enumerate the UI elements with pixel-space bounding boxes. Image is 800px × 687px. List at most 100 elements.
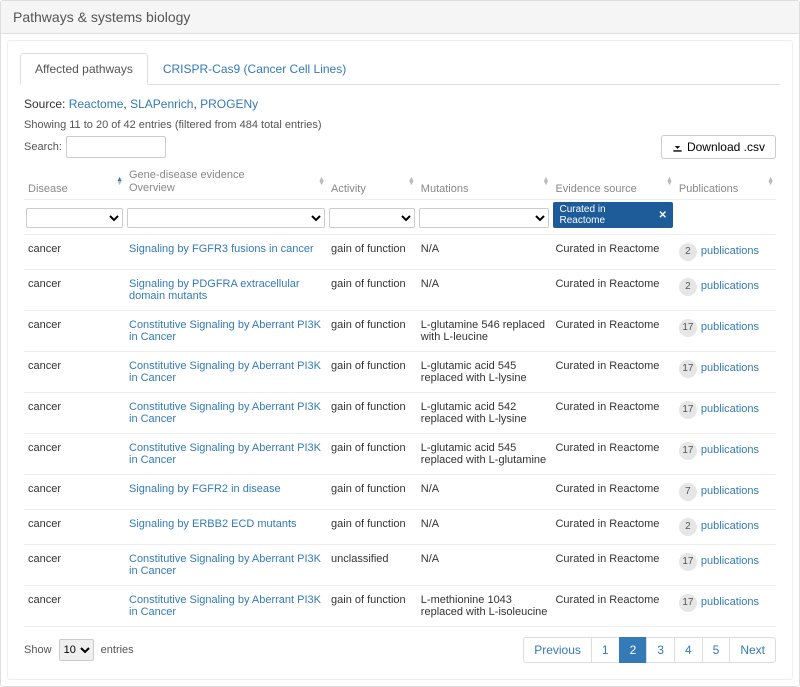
page-5[interactable]: 5 (702, 637, 731, 663)
source-line: Source: Reactome, SLAPenrich, PROGENy (24, 97, 776, 111)
cell-evidence: Curated in Reactome (551, 586, 674, 627)
page-3[interactable]: 3 (646, 637, 675, 663)
cell-evidence: Curated in Reactome (551, 434, 674, 475)
cell-evidence: Curated in Reactome (551, 475, 674, 510)
publication-count-badge: 17 (679, 594, 697, 612)
table-row: cancerSignaling by FGFR3 fusions in canc… (24, 235, 776, 270)
publications-link[interactable]: publications (701, 403, 759, 415)
publication-count-badge: 2 (679, 278, 697, 296)
tab-affected-pathways[interactable]: Affected pathways (20, 53, 148, 85)
cell-publications: 17 publications (675, 545, 776, 586)
panel-body: Affected pathways CRISPR-Cas9 (Cancer Ce… (7, 40, 793, 680)
publication-count-badge: 17 (679, 401, 697, 419)
publication-count-badge: 2 (679, 243, 697, 261)
table-row: cancerConstitutive Signaling by Aberrant… (24, 352, 776, 393)
col-disease[interactable]: Disease ▲▼ (24, 165, 125, 200)
cell-overview: Constitutive Signaling by Aberrant PI3K … (125, 545, 327, 586)
overview-link[interactable]: Signaling by ERBB2 ECD mutants (129, 518, 297, 530)
page-previous[interactable]: Previous (523, 637, 592, 663)
overview-link[interactable]: Constitutive Signaling by Aberrant PI3K … (129, 360, 321, 384)
cell-publications: 17 publications (675, 393, 776, 434)
download-csv-button[interactable]: Download .csv (661, 135, 776, 159)
col-publications[interactable]: Publications ▲▼ (675, 165, 776, 200)
clear-filter-icon[interactable]: ✕ (659, 210, 667, 221)
overview-link[interactable]: Constitutive Signaling by Aberrant PI3K … (129, 553, 321, 577)
cell-disease: cancer (24, 434, 125, 475)
tab-content: Source: Reactome, SLAPenrich, PROGENy Sh… (20, 85, 780, 667)
publications-link[interactable]: publications (701, 280, 759, 292)
publications-link[interactable]: publications (701, 596, 759, 608)
overview-link[interactable]: Constitutive Signaling by Aberrant PI3K … (129, 319, 321, 343)
source-link-progeny[interactable]: PROGENy (200, 97, 258, 111)
filter-overview[interactable] (127, 208, 325, 228)
panel-title: Pathways & systems biology (1, 1, 799, 34)
cell-activity: gain of function (327, 475, 417, 510)
cell-disease: cancer (24, 352, 125, 393)
publications-link[interactable]: publications (701, 555, 759, 567)
publications-link[interactable]: publications (701, 520, 759, 532)
publications-link[interactable]: publications (701, 245, 759, 257)
publications-link[interactable]: publications (701, 321, 759, 333)
table-footer: Show 10 entries Previous 1 2 3 4 5 Next (24, 627, 776, 663)
publication-count-badge: 17 (679, 360, 697, 378)
cell-mutations: N/A (417, 270, 552, 311)
pathways-panel: Pathways & systems biology Affected path… (0, 0, 800, 687)
cell-evidence: Curated in Reactome (551, 545, 674, 586)
source-link-reactome[interactable]: Reactome (69, 97, 124, 111)
cell-activity: unclassified (327, 545, 417, 586)
cell-activity: gain of function (327, 352, 417, 393)
col-evidence-source[interactable]: Evidence source ▲▼ (551, 165, 674, 200)
overview-link[interactable]: Constitutive Signaling by Aberrant PI3K … (129, 401, 321, 425)
publications-link[interactable]: publications (701, 362, 759, 374)
col-overview[interactable]: Gene-disease evidence Overview ▲▼ (125, 165, 327, 200)
publications-link[interactable]: publications (701, 444, 759, 456)
cell-evidence: Curated in Reactome (551, 393, 674, 434)
page-1[interactable]: 1 (591, 637, 620, 663)
cell-evidence: Curated in Reactome (551, 510, 674, 545)
table-row: cancerConstitutive Signaling by Aberrant… (24, 311, 776, 352)
cell-overview: Signaling by PDGFRA extracellular domain… (125, 270, 327, 311)
overview-link[interactable]: Constitutive Signaling by Aberrant PI3K … (129, 594, 321, 618)
cell-mutations: N/A (417, 510, 552, 545)
cell-disease: cancer (24, 586, 125, 627)
table-row: cancerConstitutive Signaling by Aberrant… (24, 393, 776, 434)
col-mutations[interactable]: Mutations ▲▼ (417, 165, 552, 200)
cell-publications: 2 publications (675, 270, 776, 311)
table-row: cancerConstitutive Signaling by Aberrant… (24, 545, 776, 586)
source-link-slapenrich[interactable]: SLAPenrich (130, 97, 193, 111)
overview-link[interactable]: Signaling by FGFR2 in disease (129, 483, 281, 495)
download-label: Download .csv (687, 140, 765, 154)
filter-disease[interactable] (26, 208, 123, 228)
search-input[interactable] (66, 136, 166, 158)
pathways-table: Disease ▲▼ Gene-disease evidence Overvie… (24, 165, 776, 627)
cell-overview: Constitutive Signaling by Aberrant PI3K … (125, 393, 327, 434)
cell-publications: 7 publications (675, 475, 776, 510)
overview-link[interactable]: Signaling by FGFR3 fusions in cancer (129, 243, 314, 255)
col-activity[interactable]: Activity ▲▼ (327, 165, 417, 200)
publication-count-badge: 7 (679, 483, 697, 501)
overview-link[interactable]: Constitutive Signaling by Aberrant PI3K … (129, 442, 321, 466)
search-controls: Search: (24, 136, 166, 158)
cell-overview: Constitutive Signaling by Aberrant PI3K … (125, 352, 327, 393)
cell-overview: Signaling by ERBB2 ECD mutants (125, 510, 327, 545)
page-size-select[interactable]: 10 (59, 639, 94, 661)
tab-crispr-cas9[interactable]: CRISPR-Cas9 (Cancer Cell Lines) (148, 53, 361, 85)
page-4[interactable]: 4 (674, 637, 703, 663)
cell-mutations: N/A (417, 475, 552, 510)
publication-count-badge: 17 (679, 553, 697, 571)
overview-link[interactable]: Signaling by PDGFRA extracellular domain… (129, 278, 300, 302)
pagination: Previous 1 2 3 4 5 Next (524, 637, 776, 663)
cell-disease: cancer (24, 311, 125, 352)
cell-activity: gain of function (327, 393, 417, 434)
cell-publications: 17publications (675, 434, 776, 475)
filter-evidence-label: Curated in Reactome (559, 204, 652, 226)
page-2[interactable]: 2 (619, 637, 648, 663)
page-next[interactable]: Next (729, 637, 776, 663)
cell-evidence: Curated in Reactome (551, 270, 674, 311)
filter-evidence-chip[interactable]: Curated in Reactome ✕ (553, 202, 672, 228)
publications-link[interactable]: publications (701, 485, 759, 497)
cell-publications: 2publications (675, 510, 776, 545)
cell-mutations: N/A (417, 235, 552, 270)
filter-activity[interactable] (329, 208, 415, 228)
filter-mutations[interactable] (419, 208, 550, 228)
